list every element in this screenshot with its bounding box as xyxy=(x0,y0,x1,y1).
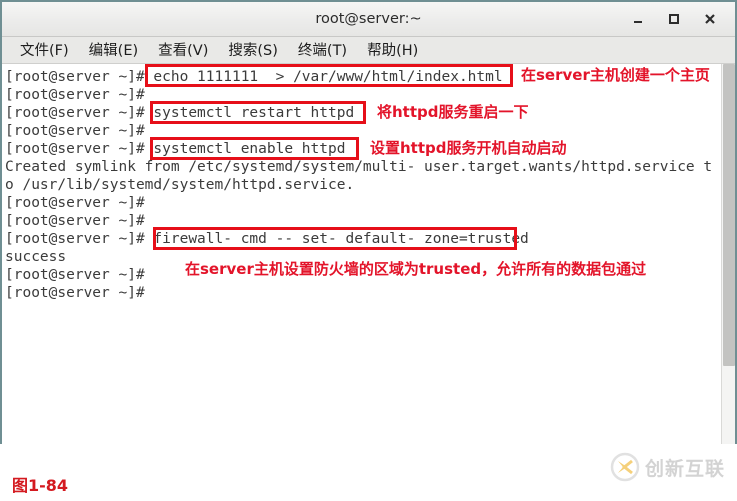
menu-item-search[interactable]: 搜索(S) xyxy=(218,37,288,63)
terminal-line: o /usr/lib/systemd/system/httpd.service. xyxy=(5,177,355,193)
window-controls xyxy=(627,2,729,36)
terminal-area[interactable]: [root@server ~]# echo 1111111 > /var/www… xyxy=(2,64,735,444)
menu-item-file[interactable]: 文件(F) xyxy=(10,37,79,63)
terminal-output[interactable]: [root@server ~]# echo 1111111 > /var/www… xyxy=(2,64,721,444)
terminal-line: [root@server ~]# xyxy=(5,213,154,229)
title-bar[interactable]: root@server:~ xyxy=(2,2,735,37)
window-title: root@server:~ xyxy=(315,11,422,27)
terminal-line: Created symlink from /etc/systemd/system… xyxy=(5,159,713,175)
watermark-text: 创新互联 xyxy=(644,457,725,480)
close-icon[interactable] xyxy=(699,8,721,30)
menu-bar: 文件(F) 编辑(E) 查看(V) 搜索(S) 终端(T) 帮助(H) xyxy=(2,37,735,64)
watermark: 创新互联 xyxy=(610,452,725,482)
maximize-icon[interactable] xyxy=(663,8,685,30)
terminal-scrollbar[interactable] xyxy=(721,64,735,444)
note-firewall-trusted: 在server主机设置防火墙的区域为trusted，允许所有的数据包通过 xyxy=(185,260,647,278)
note-create-homepage: 在server主机创建一个主页 xyxy=(521,66,710,84)
terminal-line: [root@server ~]# xyxy=(5,195,154,211)
figure-caption: 图1-84 xyxy=(12,476,69,495)
note-enable-httpd: 设置httpd服务开机自动启动 xyxy=(370,139,567,157)
terminal-line: [root@server ~]# systemctl enable httpd xyxy=(5,141,346,157)
menu-item-terminal[interactable]: 终端(T) xyxy=(288,37,357,63)
scrollbar-thumb[interactable] xyxy=(723,64,735,366)
minimize-icon[interactable] xyxy=(627,8,649,30)
terminal-line: [root@server ~]# firewall- cmd -- set- d… xyxy=(5,231,529,247)
terminal-line: [root@server ~]# systemctl restart httpd xyxy=(5,105,355,121)
terminal-line: [root@server ~]# xyxy=(5,285,154,301)
brand-logo-icon xyxy=(610,452,640,482)
terminal-line: [root@server ~]# xyxy=(5,87,154,103)
terminal-line: [root@server ~]# xyxy=(5,123,154,139)
menu-item-edit[interactable]: 编辑(E) xyxy=(79,37,148,63)
note-restart-httpd: 将httpd服务重启一下 xyxy=(377,103,529,121)
menu-item-view[interactable]: 查看(V) xyxy=(148,37,218,63)
menu-item-help[interactable]: 帮助(H) xyxy=(357,37,428,63)
